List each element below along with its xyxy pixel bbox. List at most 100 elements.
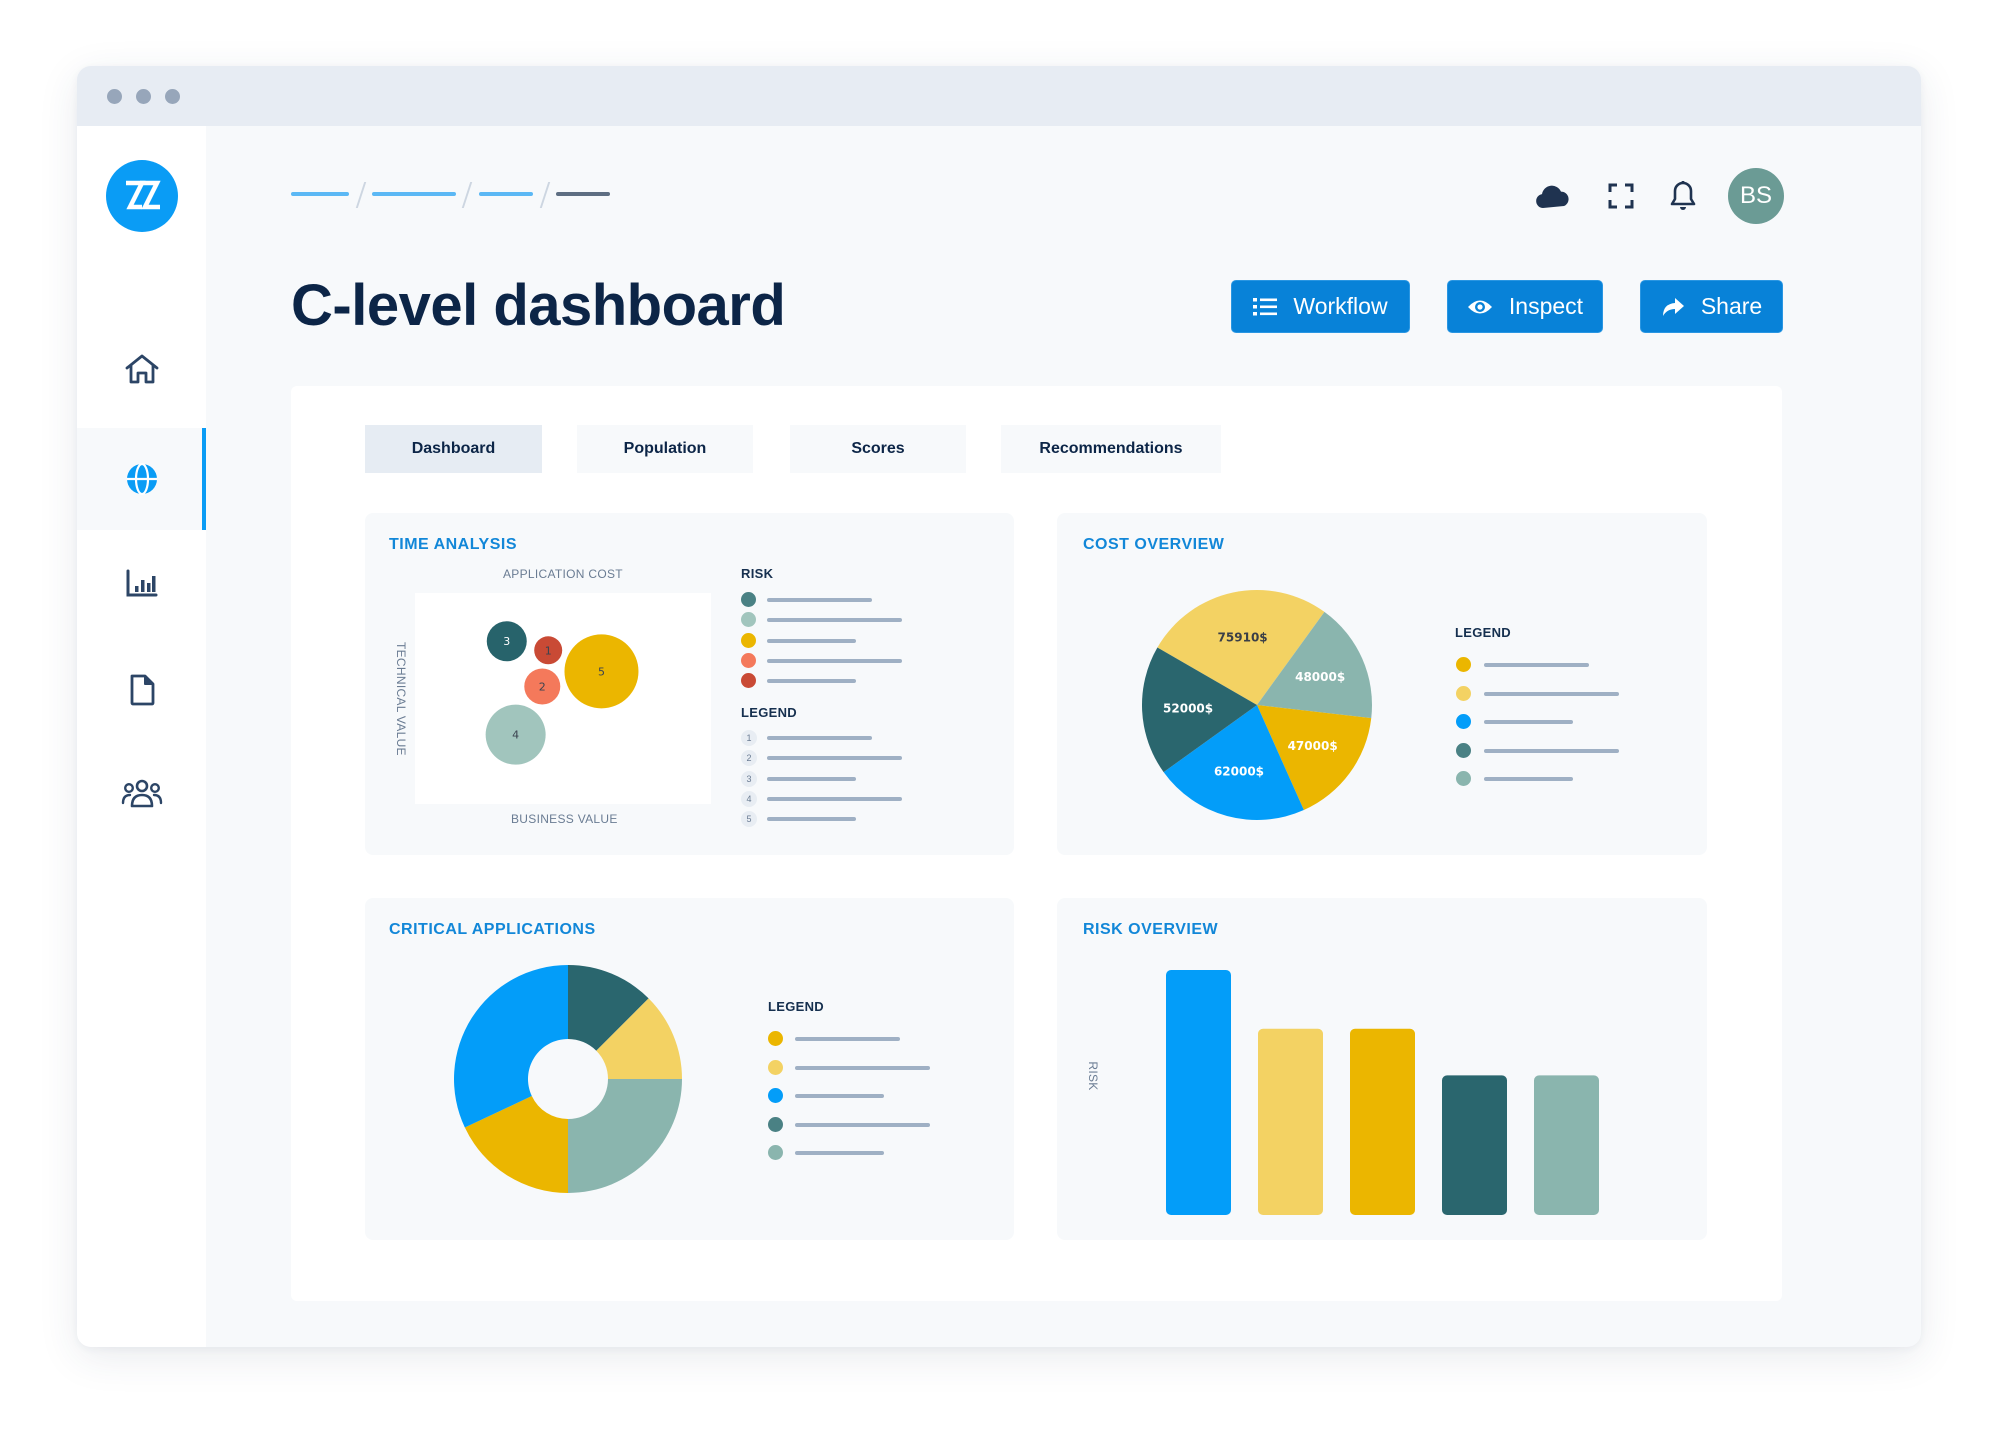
cloud-icon [1536, 185, 1569, 208]
bubble-label: 4 [512, 729, 519, 742]
technical-value-label: TECHNICAL VALUE [394, 642, 408, 756]
fullscreen-button[interactable] [1603, 178, 1639, 214]
legend-number-badge: 1 [741, 730, 757, 746]
bar-chart-icon [126, 569, 157, 597]
workflow-button[interactable]: Workflow [1231, 280, 1410, 333]
numbered-legend-title: LEGEND [741, 705, 797, 720]
globe-icon [126, 462, 157, 496]
sidebar-item-globe[interactable] [77, 428, 206, 530]
breadcrumb-item[interactable] [372, 192, 456, 196]
breadcrumb-item[interactable] [479, 192, 533, 196]
share-button-label: Share [1700, 293, 1763, 319]
inspect-button-label: Inspect [1508, 293, 1584, 319]
inspect-button[interactable]: Inspect [1447, 280, 1603, 333]
window-control-dot[interactable] [165, 89, 180, 104]
home-icon [125, 354, 158, 384]
pie-slice-label: 52000$ [1163, 701, 1213, 715]
critical-legend-line [795, 1151, 884, 1156]
bubble-chart: 1 2 3 4 5 [485, 621, 639, 765]
risk-bar-1[interactable] [1166, 970, 1231, 1215]
risk-legend-dot [741, 592, 756, 607]
risk-bar-2[interactable] [1258, 1028, 1323, 1215]
risk-legend-title: RISK [741, 566, 774, 581]
breadcrumb-current [556, 192, 610, 196]
fullscreen-icon [1608, 183, 1634, 209]
critical-legend-line [795, 1122, 930, 1127]
critical-legend-dot [768, 1059, 783, 1075]
window-control-dot[interactable] [136, 89, 151, 104]
critical-legend-line [795, 1065, 930, 1070]
pie-slice-label: 62000$ [1214, 765, 1264, 779]
user-avatar[interactable]: BS [1728, 168, 1784, 224]
list-icon [1253, 297, 1278, 315]
risk-bar-4[interactable] [1442, 1075, 1507, 1215]
window-titlebar [77, 66, 1921, 126]
sidebar-item-documents[interactable] [77, 639, 206, 741]
breadcrumb-item[interactable] [291, 192, 349, 196]
cost-legend-line [1484, 777, 1573, 782]
critical-legend-line [795, 1037, 900, 1041]
risk-legend-line [767, 658, 902, 663]
numbered-legend-line [767, 736, 872, 740]
share-button[interactable]: Share [1640, 280, 1783, 333]
donut-segment[interactable] [454, 965, 568, 1128]
critical-applications-title: CRITICAL APPLICATIONS [389, 921, 596, 938]
risk-legend-dot [741, 652, 756, 668]
bubble-label: 1 [545, 644, 552, 657]
pie-slice-label: 48000$ [1295, 670, 1345, 684]
workflow-button-label: Workflow [1293, 293, 1388, 319]
pie-slice-label: 47000$ [1288, 739, 1338, 753]
risk-legend-line [767, 679, 856, 684]
critical-legend-line [795, 1094, 884, 1099]
share-icon [1662, 297, 1684, 316]
risk-bar-chart [1166, 970, 1599, 1215]
risk-legend-dot [741, 632, 756, 648]
cost-legend-dot [1456, 685, 1471, 701]
sidebar [77, 126, 206, 1347]
risk-bar-5[interactable] [1534, 1075, 1599, 1215]
app-logo[interactable] [106, 160, 178, 232]
risk-legend-line [767, 618, 902, 623]
bubble-label: 5 [598, 665, 605, 678]
bubble-label: 2 [539, 680, 546, 693]
critical-legend-dot [768, 1031, 783, 1046]
time-analysis-title: TIME ANALYSIS [389, 536, 517, 553]
tab-dashboard[interactable]: Dashboard [365, 425, 542, 473]
legend-number-badge: 3 [741, 770, 757, 787]
risk-legend-line [767, 638, 856, 643]
risk-legend-line [767, 598, 872, 602]
application-cost-label: APPLICATION COST [503, 567, 623, 581]
users-icon [121, 779, 162, 808]
cost-legend-dot [1456, 657, 1471, 672]
bell-icon [1670, 181, 1696, 210]
numbered-legend-line [767, 817, 856, 822]
cost-legend-line [1484, 748, 1619, 753]
cost-legend-line [1484, 720, 1573, 725]
sidebar-item-home[interactable] [77, 318, 206, 420]
bubble-plot-area: 1 2 3 4 5 [415, 593, 711, 804]
tab-scores[interactable]: Scores [790, 425, 966, 473]
document-icon [130, 674, 154, 706]
legend-number-badge: 4 [741, 790, 757, 807]
cloud-button[interactable] [1535, 178, 1571, 214]
pie-slice-label: 75910$ [1218, 631, 1268, 645]
cost-pie-chart: 75910$ 48000$ 47000$ 62000$ 52000$ [1142, 590, 1372, 820]
window-control-dot[interactable] [107, 89, 122, 104]
numbered-legend-line [767, 756, 902, 761]
business-value-label: BUSINESS VALUE [511, 812, 618, 826]
bubble-label: 3 [503, 635, 510, 648]
cost-legend-dot [1456, 742, 1471, 758]
donut-segment[interactable] [568, 1079, 682, 1193]
cost-legend-title: LEGEND [1455, 625, 1511, 640]
risk-overview-title: RISK OVERVIEW [1083, 921, 1219, 938]
sidebar-item-users[interactable] [77, 742, 206, 844]
critical-donut-chart [454, 965, 682, 1193]
risk-bar-3[interactable] [1350, 1028, 1415, 1215]
tab-recommendations[interactable]: Recommendations [1001, 425, 1221, 473]
cost-legend-line [1484, 691, 1619, 696]
critical-legend-title: LEGEND [768, 999, 824, 1014]
numbered-legend-line [767, 776, 856, 781]
sidebar-item-analytics[interactable] [77, 532, 206, 634]
notifications-button[interactable] [1665, 178, 1701, 214]
tab-population[interactable]: Population [577, 425, 753, 473]
